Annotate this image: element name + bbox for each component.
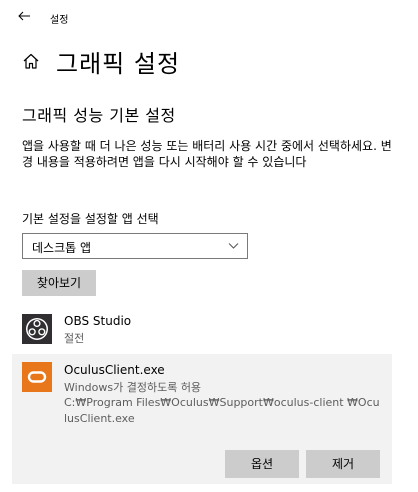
app-select-label: 기본 설정을 설정할 앱 선택 [22, 212, 159, 226]
options-button[interactable]: 옵션 [225, 450, 299, 478]
app-path: C:₩Program Files₩Oculus₩Support₩oculus-c… [64, 396, 380, 425]
section-description: 앱을 사용할 때 더 나은 성능 또는 배터리 사용 시간 중에서 선택하세요.… [22, 139, 392, 169]
section-title: 그래픽 성능 기본 설정 [22, 106, 176, 125]
remove-button[interactable]: 제거 [306, 450, 380, 478]
app-graphics-preference: Windows가 결정하도록 허용 [64, 381, 202, 394]
oculus-icon [22, 362, 52, 392]
back-arrow-icon[interactable] [16, 8, 32, 24]
page-title: 그래픽 설정 [56, 49, 181, 78]
app-list-item-obs-studio[interactable]: OBS Studio 절전 [12, 306, 392, 350]
obs-studio-icon [22, 314, 52, 344]
app-name: OculusClient.exe [64, 363, 165, 377]
home-icon [23, 53, 39, 69]
chevron-down-icon [228, 243, 239, 249]
app-type-dropdown-value: 데스크톱 앱 [32, 241, 92, 255]
app-name: OBS Studio [64, 314, 132, 328]
app-graphics-preference: 절전 [64, 332, 85, 345]
app-type-dropdown[interactable]: 데스크톱 앱 [22, 233, 248, 259]
window-title: 설정 [50, 15, 69, 26]
page-header: 그래픽 설정 [22, 44, 180, 78]
title-bar: 설정 [0, 0, 418, 34]
browse-button[interactable]: 찾아보기 [22, 270, 96, 296]
app-list-item-oculus-client[interactable]: OculusClient.exe Windows가 결정하도록 허용 C:₩Pr… [12, 354, 392, 484]
